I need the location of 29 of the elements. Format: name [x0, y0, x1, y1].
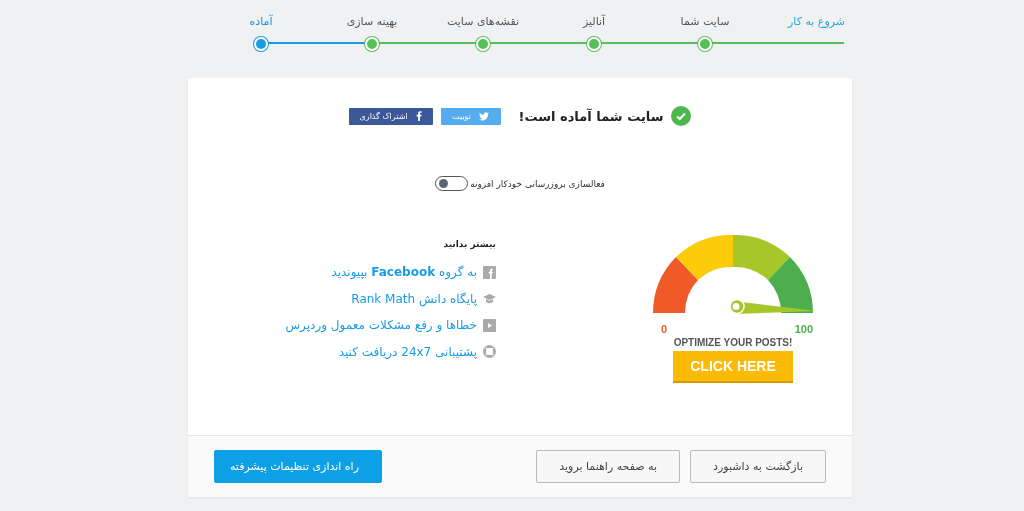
learn-more-title: بیشتر بدانید: [442, 239, 496, 249]
nav-button[interactable]: به صفحه راهنما بروید: [536, 450, 681, 483]
scale-min: 0: [661, 323, 668, 335]
graduation-cap-icon: [483, 292, 496, 306]
toggle-label: فعالسازی بروزرسانی خودکار افزونه: [470, 178, 605, 189]
ad-caption: OPTIMIZE YOUR POSTS!: [673, 337, 793, 348]
step-label[interactable]: آنالیز: [582, 15, 606, 28]
facebook-icon: [415, 111, 422, 121]
scale-max: 100: [794, 323, 813, 335]
ready-title: سایت شما آماده است!: [518, 108, 664, 124]
lifebuoy-icon: [483, 345, 496, 359]
nav-button[interactable]: بازگشت به داشبورد: [690, 450, 826, 483]
facebook-icon: [483, 265, 496, 279]
step-label[interactable]: شروع به کار: [788, 15, 845, 28]
click-here-button[interactable]: CLICK HERE: [673, 351, 793, 381]
help-link[interactable]: خطاها و رفع مشکلات معمول وردپرس: [285, 318, 477, 333]
help-link[interactable]: پایگاه دانش Rank Math: [351, 291, 477, 306]
step-label[interactable]: نقشه‌های سایت: [447, 15, 519, 28]
check-icon: [671, 106, 692, 126]
share-button[interactable]: اشتراک گذاری: [348, 107, 433, 125]
help-link[interactable]: پشتیبانی 24x7 دریافت کنید: [338, 344, 477, 359]
advanced-setup-button[interactable]: راه اندازی تنظیمات پیشرفته: [214, 450, 382, 483]
auto-update-toggle[interactable]: [435, 176, 469, 191]
tweet-button[interactable]: توییت: [440, 107, 501, 125]
step-label[interactable]: بهینه سازی: [346, 15, 398, 28]
twitter-icon: [478, 111, 489, 121]
play-icon: [483, 318, 496, 332]
step-label[interactable]: آماده: [249, 15, 273, 28]
step-label[interactable]: سایت شما: [680, 15, 730, 28]
